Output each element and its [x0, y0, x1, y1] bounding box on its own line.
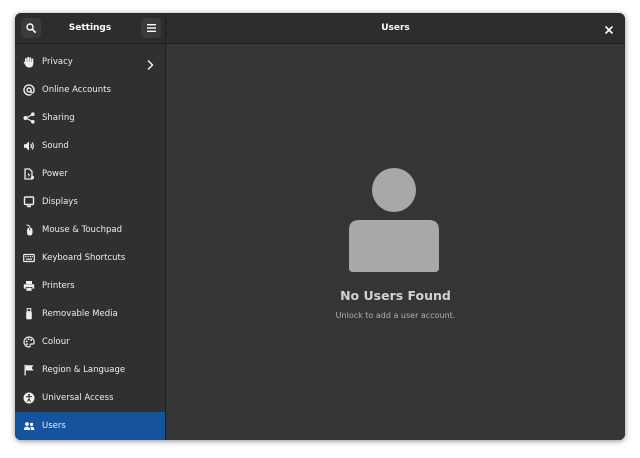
sidebar-item-sound[interactable]: Sound [15, 132, 165, 160]
chevron-right-icon [145, 56, 155, 71]
sidebar-item-colour[interactable]: Colour [15, 328, 165, 356]
palette-icon [23, 336, 35, 348]
sidebar-item-label: Power [42, 169, 68, 179]
user-avatar-icon [349, 168, 439, 274]
accessibility-icon [23, 392, 35, 404]
sidebar-item-label: Users [42, 421, 66, 431]
power-icon [23, 168, 35, 180]
sidebar-item-power[interactable]: Power [15, 160, 165, 188]
sidebar-header: Settings [15, 13, 166, 43]
flag-icon [23, 364, 35, 376]
share-icon [23, 112, 35, 124]
main-content: No Users Found Unlock to add a user acco… [166, 44, 625, 440]
sidebar-item-label: Sound [42, 141, 69, 151]
empty-state-subtitle: Unlock to add a user account. [335, 311, 456, 320]
sidebar-item-label: Mouse & Touchpad [42, 225, 123, 235]
sidebar-item-label: Region & Language [42, 365, 126, 375]
users-icon [23, 420, 35, 432]
speaker-icon [23, 140, 35, 152]
sidebar-item-label: Removable Media [42, 309, 118, 319]
sidebar-item-printers[interactable]: Printers [15, 272, 165, 300]
sidebar-item-label: Displays [42, 197, 78, 207]
sidebar-item-label: Universal Access [42, 393, 114, 403]
sidebar-item-sharing[interactable]: Sharing [15, 104, 165, 132]
sidebar-item-label: Privacy [42, 57, 73, 67]
sidebar-item-label: Keyboard Shortcuts [42, 253, 126, 263]
sidebar-item-displays[interactable]: Displays [15, 188, 165, 216]
sidebar-item-keyboard-shortcuts[interactable]: Keyboard Shortcuts [15, 244, 165, 272]
close-icon [605, 19, 613, 38]
sidebar-item-region-language[interactable]: Region & Language [15, 356, 165, 384]
keyboard-icon [23, 252, 35, 264]
sidebar-item-label: Sharing [42, 113, 75, 123]
empty-state-title: No Users Found [340, 288, 451, 303]
settings-window: Settings Users Privacy Online Accounts S… [15, 13, 625, 440]
menu-button[interactable] [141, 18, 161, 38]
sidebar-item-label: Printers [42, 281, 75, 291]
sidebar-item-online-accounts[interactable]: Online Accounts [15, 76, 165, 104]
printer-icon [23, 280, 35, 292]
usb-icon [23, 308, 35, 320]
sidebar-item-privacy[interactable]: Privacy [15, 48, 165, 76]
sidebar-item-removable-media[interactable]: Removable Media [15, 300, 165, 328]
close-button[interactable] [601, 20, 617, 36]
hand-icon [23, 56, 35, 68]
sidebar: Privacy Online Accounts Sharing Sound Po… [15, 44, 166, 440]
sidebar-item-label: Online Accounts [42, 85, 111, 95]
at-icon [23, 84, 35, 96]
hamburger-icon [146, 24, 156, 32]
header-bar: Settings Users [15, 13, 625, 44]
sidebar-item-users[interactable]: Users [15, 412, 165, 440]
mouse-icon [23, 224, 35, 236]
page-title: Users [381, 23, 410, 33]
monitor-icon [23, 196, 35, 208]
sidebar-item-label: Colour [42, 337, 70, 347]
sidebar-item-mouse-touchpad[interactable]: Mouse & Touchpad [15, 216, 165, 244]
sidebar-item-universal-access[interactable]: Universal Access [15, 384, 165, 412]
